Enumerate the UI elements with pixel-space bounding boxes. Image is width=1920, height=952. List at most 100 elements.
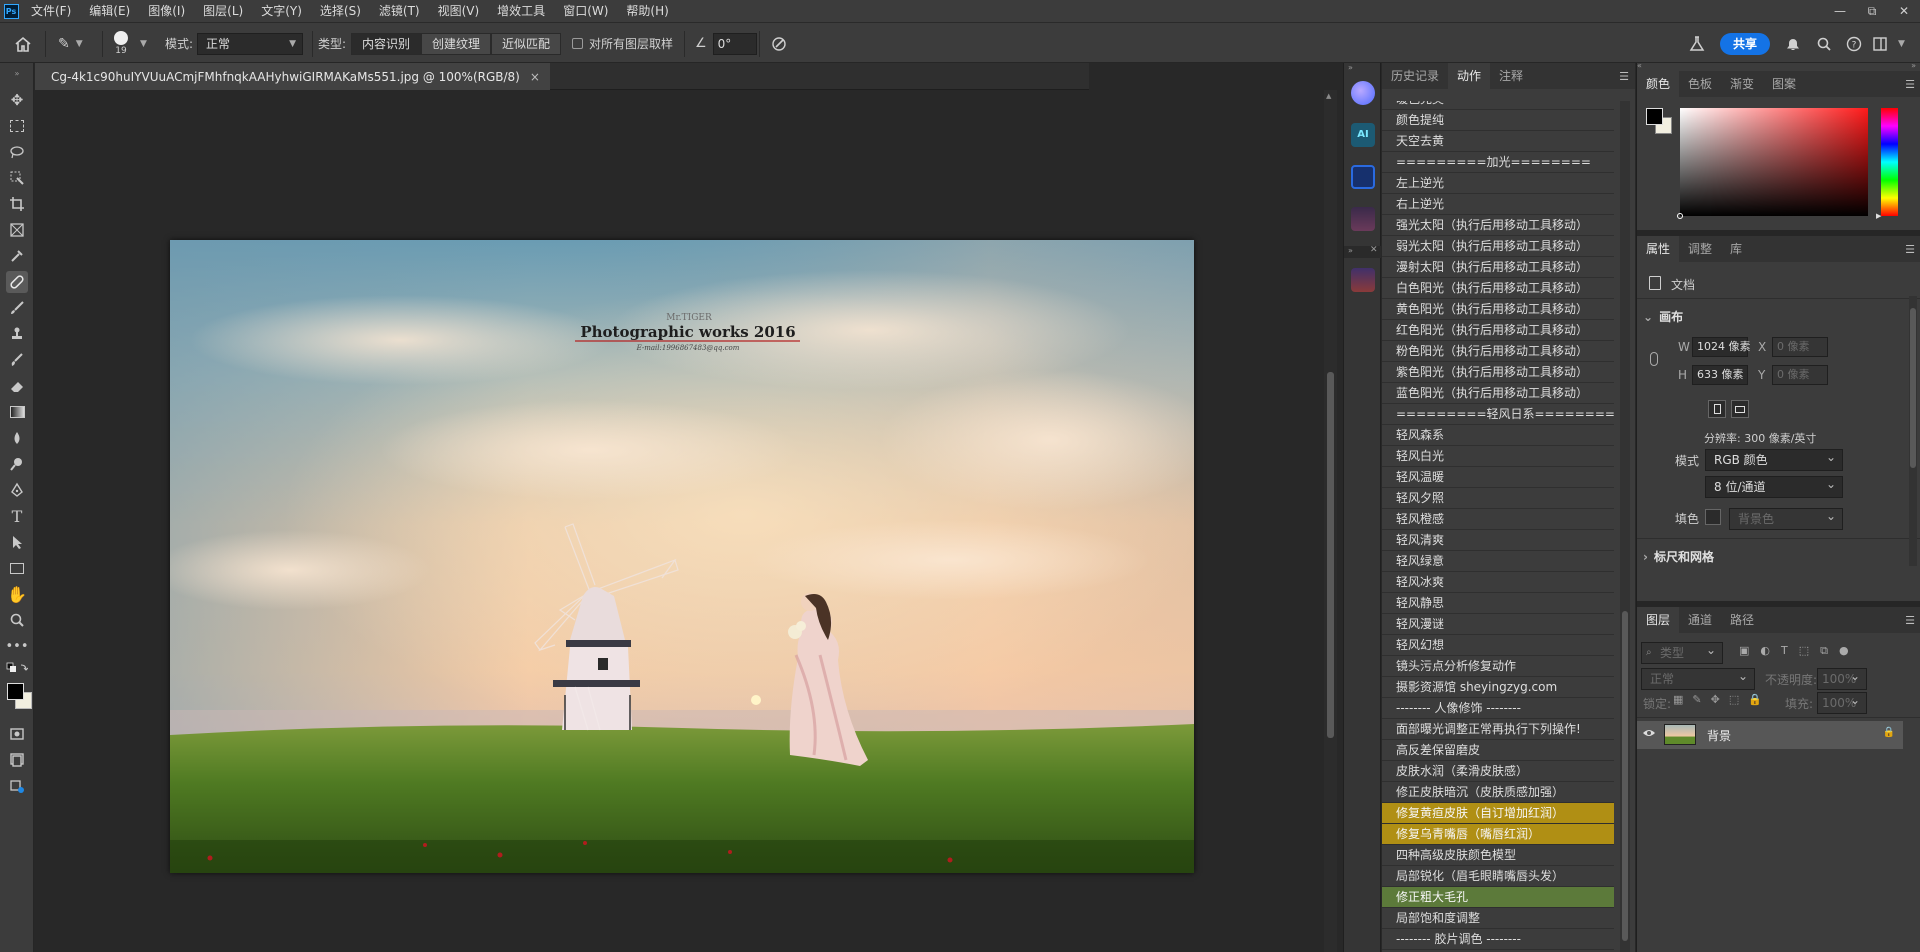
action-item[interactable]: 面部曝光调整正常再执行下列操作! [1382, 719, 1614, 740]
action-item[interactable]: 白色阳光（执行后用移动工具移动） [1382, 278, 1614, 299]
scroll-thumb[interactable] [1622, 611, 1628, 941]
action-item[interactable]: 轻风静思 [1382, 593, 1614, 614]
pen-tool-icon[interactable] [6, 479, 28, 501]
action-item[interactable]: 四种高级皮肤颜色模型 [1382, 845, 1614, 866]
chevron-down-icon[interactable]: ▼ [1898, 23, 1905, 64]
tab-prop-tabs-0[interactable]: 属性 [1637, 236, 1680, 262]
action-item[interactable]: 颜色提纯 [1382, 110, 1614, 131]
action-item[interactable]: 摄影资源馆 sheyingzyg.com [1382, 677, 1614, 698]
rulers-grids-section-header[interactable]: › 标尺和网格 [1643, 548, 1714, 565]
object-selection-tool-icon[interactable] [6, 167, 28, 189]
brush-tool-icon[interactable] [6, 297, 28, 319]
restore-button[interactable]: ⧉ [1856, 0, 1888, 22]
filter-type-icon[interactable]: T [1781, 644, 1788, 658]
menu-item-3[interactable]: 图层(L) [194, 0, 252, 22]
type-tool-icon[interactable]: T [6, 505, 28, 527]
frame-tool-icon[interactable] [6, 219, 28, 241]
minimize-button[interactable]: — [1824, 0, 1856, 22]
lasso-tool-icon[interactable] [6, 141, 28, 163]
action-item[interactable]: 高反差保留磨皮 [1382, 740, 1614, 761]
scroll-thumb[interactable] [1327, 372, 1334, 738]
tab-color-tabs-2[interactable]: 渐变 [1721, 71, 1763, 97]
tab-color-tabs-3[interactable]: 图案 [1763, 71, 1805, 97]
tab-prop-tabs-2[interactable]: 库 [1721, 236, 1751, 262]
path-selection-tool-icon[interactable] [6, 531, 28, 553]
scroll-up-icon[interactable]: ▲ [1326, 92, 1331, 100]
portrait-orientation-icon[interactable] [1708, 400, 1726, 418]
screen-mode-icon[interactable] [6, 749, 28, 771]
type-button-1[interactable]: 创建纹理 [421, 32, 492, 55]
opacity-field[interactable]: 100% [1817, 666, 1867, 690]
menu-item-10[interactable]: 帮助(H) [617, 0, 677, 22]
plugin-sphere-icon[interactable] [1351, 81, 1375, 105]
canvas-section-header[interactable]: ⌄ 画布 [1643, 308, 1683, 325]
history-brush-tool-icon[interactable] [6, 349, 28, 371]
spot-healing-preset-picker[interactable]: ✎ ▼ [58, 23, 83, 64]
tab-act-tabs-2[interactable]: 注释 [1490, 63, 1532, 89]
tab-layer-tabs-1[interactable]: 通道 [1679, 607, 1721, 633]
plugin-cube-icon[interactable] [1351, 165, 1375, 189]
eraser-tool-icon[interactable] [6, 375, 28, 397]
action-item[interactable]: 紫色阳光（执行后用移动工具移动） [1382, 362, 1614, 383]
x-field[interactable]: 0 像素 [1772, 337, 1828, 357]
action-item[interactable]: 天空去黄 [1382, 131, 1614, 152]
plugin-art-icon[interactable] [1351, 268, 1375, 292]
quick-mask-icon[interactable] [6, 723, 28, 745]
spot-healing-brush-tool-icon[interactable] [6, 271, 28, 293]
filter-smart-object-icon[interactable]: ⧉ [1820, 644, 1828, 658]
plugin-portrait-icon[interactable] [1351, 207, 1375, 231]
menu-item-5[interactable]: 选择(S) [311, 0, 370, 22]
action-item[interactable]: 暖色完美 [1382, 101, 1614, 110]
hue-slider-handle-icon[interactable]: ▶ [1876, 212, 1881, 220]
swap-colors-icon[interactable] [6, 661, 28, 677]
clone-stamp-tool-icon[interactable] [6, 323, 28, 345]
action-item[interactable]: 粉色阳光（执行后用移动工具移动） [1382, 341, 1614, 362]
search-icon[interactable] [1816, 23, 1832, 64]
menu-item-0[interactable]: 文件(F) [22, 0, 80, 22]
more-tools-icon[interactable]: ••• [6, 635, 29, 657]
bell-icon[interactable] [1785, 23, 1801, 64]
y-field[interactable]: 0 像素 [1772, 365, 1828, 385]
fill-color-swatch[interactable] [1705, 509, 1721, 525]
rectangle-tool-icon[interactable] [6, 557, 28, 579]
tab-prop-tabs-1[interactable]: 调整 [1679, 236, 1721, 262]
foreground-background-color-icon[interactable] [6, 681, 32, 711]
move-tool-icon[interactable]: ✥ [6, 89, 28, 111]
action-item[interactable]: 轻风温暖 [1382, 467, 1614, 488]
action-item[interactable]: 修正皮肤暗沉（皮肤质感加强） [1382, 782, 1614, 803]
menu-item-9[interactable]: 窗口(W) [554, 0, 617, 22]
action-item[interactable]: 修复乌青嘴唇（嘴唇红润） [1382, 824, 1614, 845]
lock-all-icon[interactable]: 🔒 [1748, 693, 1762, 706]
menu-item-2[interactable]: 图像(I) [139, 0, 194, 22]
expand-panel-icon[interactable]: « [1637, 61, 1642, 70]
panel-menu-icon[interactable]: ☰ [1619, 70, 1629, 83]
blend-mode-select[interactable]: 正常 [1641, 666, 1755, 690]
collapse-panel-icon[interactable]: » [1911, 61, 1916, 70]
action-item[interactable]: 轻风绿意 [1382, 551, 1614, 572]
collapse-toolbar-icon[interactable]: » [6, 68, 28, 78]
blur-tool-icon[interactable] [6, 427, 28, 449]
action-item[interactable]: 漫射太阳（执行后用移动工具移动） [1382, 257, 1614, 278]
home-icon[interactable] [14, 23, 32, 64]
action-item[interactable]: 轻风幻想 [1382, 635, 1614, 656]
properties-scrollbar[interactable] [1909, 296, 1917, 566]
gradient-tool-icon[interactable] [6, 401, 28, 423]
lock-transparent-icon[interactable]: ▦ [1673, 693, 1683, 706]
menu-item-4[interactable]: 文字(Y) [252, 0, 311, 22]
width-field[interactable]: 1024 像素 [1692, 337, 1751, 357]
help-icon[interactable]: ? [1846, 23, 1862, 64]
fill-field[interactable]: 100% [1817, 690, 1867, 714]
tab-act-tabs-0[interactable]: 历史记录 [1382, 63, 1448, 89]
filter-toggle-icon[interactable]: ● [1839, 644, 1849, 658]
marquee-tool-icon[interactable] [6, 115, 28, 137]
landscape-orientation-icon[interactable] [1731, 400, 1749, 418]
action-item[interactable]: 轻风清爽 [1382, 530, 1614, 551]
menu-item-7[interactable]: 视图(V) [429, 0, 489, 22]
lock-image-icon[interactable]: ✎ [1692, 693, 1701, 706]
panel-menu-icon[interactable]: ☰ [1905, 614, 1915, 627]
tab-color-tabs-0[interactable]: 颜色 [1637, 71, 1680, 97]
action-item[interactable]: 轻风森系 [1382, 425, 1614, 446]
lock-artboard-icon[interactable]: ⬚ [1729, 693, 1739, 706]
action-item[interactable]: 红色阳光（执行后用移动工具移动） [1382, 320, 1614, 341]
share-button[interactable]: 共享 [1720, 32, 1771, 55]
